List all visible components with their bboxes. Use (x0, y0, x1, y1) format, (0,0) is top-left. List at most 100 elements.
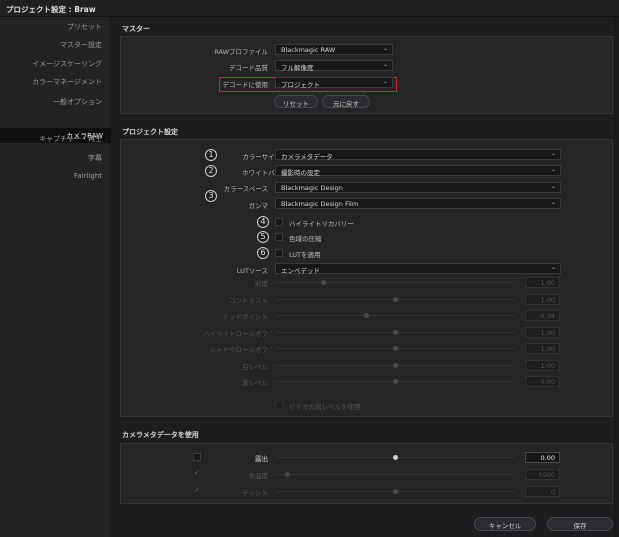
raw-profile-label: RAWプロファイル (214, 48, 268, 56)
save-button[interactable]: 保存 (547, 517, 613, 531)
sidebar-item-image-scaling[interactable]: イメージスケーリング (32, 59, 102, 69)
lut-source-dropdown[interactable]: エンベデッド ⌄ (275, 263, 561, 275)
chevron-down-icon: ⌄ (550, 199, 556, 206)
sidebar-item-color-management[interactable]: カラーマネージメント (32, 77, 102, 87)
decode-using-label: デコードに使用 (222, 81, 269, 89)
lut-source-label: LUTソース (236, 267, 268, 275)
white-level-label: 白レベル (242, 362, 268, 371)
shadow-rolloff-value[interactable]: 1.00 (525, 343, 560, 354)
contrast-label: コントラスト (229, 296, 268, 305)
window-title: プロジェクト設定 : Braw (0, 0, 619, 17)
midpoint-value[interactable]: 0.38 (525, 310, 560, 321)
marker-3: 3 (205, 190, 217, 202)
sidebar: プリセット マスター設定 イメージスケーリング カラーマネージメント 一般オプシ… (0, 17, 111, 537)
project-section-title: プロジェクト設定 (122, 128, 178, 136)
sidebar-item-master-settings[interactable]: マスター設定 (60, 40, 102, 50)
highlight-recovery-label: ハイライトリカバリー (289, 220, 354, 228)
video-black-level-checkbox[interactable] (275, 401, 283, 409)
master-panel: RAWプロファイル Blackmagic RAW ⌄ デコード品質 フル解像度 … (120, 36, 613, 114)
metadata-section-title: カメラメタデータを使用 (122, 431, 199, 439)
color-space-label: カラースペース (223, 185, 268, 193)
marker-1: 1 (205, 149, 217, 161)
apply-lut-checkbox[interactable] (275, 249, 283, 257)
color-temperature-label: 色温度 (248, 472, 269, 480)
raw-profile-dropdown[interactable]: Blackmagic RAW ⌄ (275, 44, 393, 55)
saturation-slider[interactable] (275, 282, 515, 283)
apply-lut-label: LUTを適用 (289, 251, 321, 259)
marker-6: 6 (257, 247, 269, 259)
project-panel: 1 カラーサイエンス カメラメタデータ ⌄ 2 ホワイトバランス 撮影時の設定 … (120, 139, 613, 417)
midpoint-label: ミッドポイント (222, 313, 269, 321)
chevron-down-icon: ⌄ (382, 78, 388, 85)
highlight-rolloff-slider-handle[interactable] (393, 329, 398, 335)
highlight-rolloff-value[interactable]: 1.00 (525, 326, 560, 338)
white-balance-dropdown[interactable]: 撮影時の設定 ⌄ (275, 165, 561, 177)
gamut-compression-label: 色域の圧縮 (289, 235, 322, 243)
decode-using-dropdown[interactable]: プロジェクト ⌄ (275, 77, 393, 89)
highlight-rolloff-label: ハイライトロールオフ (203, 329, 268, 338)
gamma-value: Blackmagic Design Film (281, 200, 359, 208)
white-level-slider-handle[interactable] (393, 362, 398, 368)
chevron-down-icon: ⌄ (382, 61, 388, 68)
marker-4: 4 (257, 216, 269, 228)
tint-label: ティント (242, 489, 268, 497)
project-settings-window: プロジェクト設定 : Braw プリセット マスター設定 イメージスケーリング … (0, 0, 619, 537)
sidebar-item-general-options[interactable]: 一般オプション (53, 97, 102, 107)
gamut-compression-checkbox[interactable] (275, 233, 283, 241)
decode-quality-dropdown[interactable]: フル解像度 ⌄ (275, 60, 393, 72)
cancel-button[interactable]: キャンセル (474, 517, 536, 531)
sidebar-item-fairlight[interactable]: Fairlight (74, 172, 102, 180)
black-level-value[interactable]: 0.00 (525, 376, 560, 387)
saturation-slider-handle[interactable] (321, 280, 326, 285)
shadow-rolloff-slider-handle[interactable] (393, 346, 398, 351)
midpoint-slider-handle[interactable] (364, 313, 370, 318)
contrast-value[interactable]: 1.00 (525, 293, 560, 305)
decode-quality-label: デコード品質 (229, 64, 268, 72)
gamma-dropdown[interactable]: Blackmagic Design Film ⌄ (275, 198, 561, 209)
tint-slider-handle[interactable] (393, 489, 398, 494)
black-level-slider-handle[interactable] (393, 379, 398, 384)
chevron-down-icon: ⌄ (382, 45, 388, 52)
scrollbar[interactable] (614, 17, 619, 537)
color-temperature-check-icon[interactable]: ✓ (194, 469, 200, 477)
chevron-down-icon: ⌄ (550, 264, 556, 271)
undo-button[interactable]: 元に戻す (322, 95, 370, 108)
saturation-value[interactable]: 1.00 (525, 277, 560, 288)
color-science-value: カメラメタデータ (281, 153, 333, 161)
white-balance-value: 撮影時の設定 (281, 169, 320, 177)
saturation-label: 彩度 (255, 280, 268, 288)
decode-quality-value: フル解像度 (281, 64, 314, 72)
color-temperature-slider-handle[interactable] (285, 472, 290, 477)
lut-source-value: エンベデッド (281, 267, 320, 275)
color-temperature-slider[interactable] (275, 474, 515, 475)
sidebar-item-presets[interactable]: プリセット (67, 22, 102, 32)
exposure-value[interactable]: 0.00 (525, 452, 560, 463)
sidebar-item-subtitles[interactable]: 字幕 (88, 153, 102, 163)
sidebar-item-capture-playback[interactable]: キャプチャー・再生 (39, 134, 102, 144)
highlight-recovery-checkbox[interactable] (275, 218, 283, 226)
exposure-slider-handle[interactable] (393, 455, 398, 460)
marker-2: 2 (205, 165, 217, 177)
tint-check-icon[interactable]: ✓ (194, 486, 200, 494)
reset-button[interactable]: リセット (274, 95, 318, 108)
raw-profile-value: Blackmagic RAW (281, 46, 336, 54)
video-black-level-label: ビデオの黒レベルを使用 (289, 403, 361, 411)
color-space-dropdown[interactable]: Blackmagic Design ⌄ (275, 182, 561, 193)
chevron-down-icon: ⌄ (550, 183, 556, 190)
tint-value[interactable]: 0 (525, 486, 560, 497)
color-temperature-value[interactable]: 5500 (525, 469, 560, 480)
color-space-value: Blackmagic Design (281, 184, 343, 192)
marker-5: 5 (257, 231, 269, 243)
metadata-panel: 露出 0.00 ✓ 色温度 5500 ✓ ティント 0 (120, 443, 613, 504)
white-level-value[interactable]: 1.00 (525, 359, 560, 371)
gamma-label: ガンマ (248, 202, 269, 210)
exposure-checkbox[interactable] (193, 453, 201, 461)
shadow-rolloff-label: シャドウロールオフ (209, 346, 269, 354)
contrast-slider-handle[interactable] (393, 296, 398, 302)
chevron-down-icon: ⌄ (550, 150, 556, 157)
decode-using-value: プロジェクト (281, 81, 320, 89)
black-level-label: 黒レベル (242, 379, 268, 387)
midpoint-slider[interactable] (275, 315, 515, 316)
color-science-dropdown[interactable]: カメラメタデータ ⌄ (275, 149, 561, 161)
exposure-label: 露出 (255, 455, 268, 463)
